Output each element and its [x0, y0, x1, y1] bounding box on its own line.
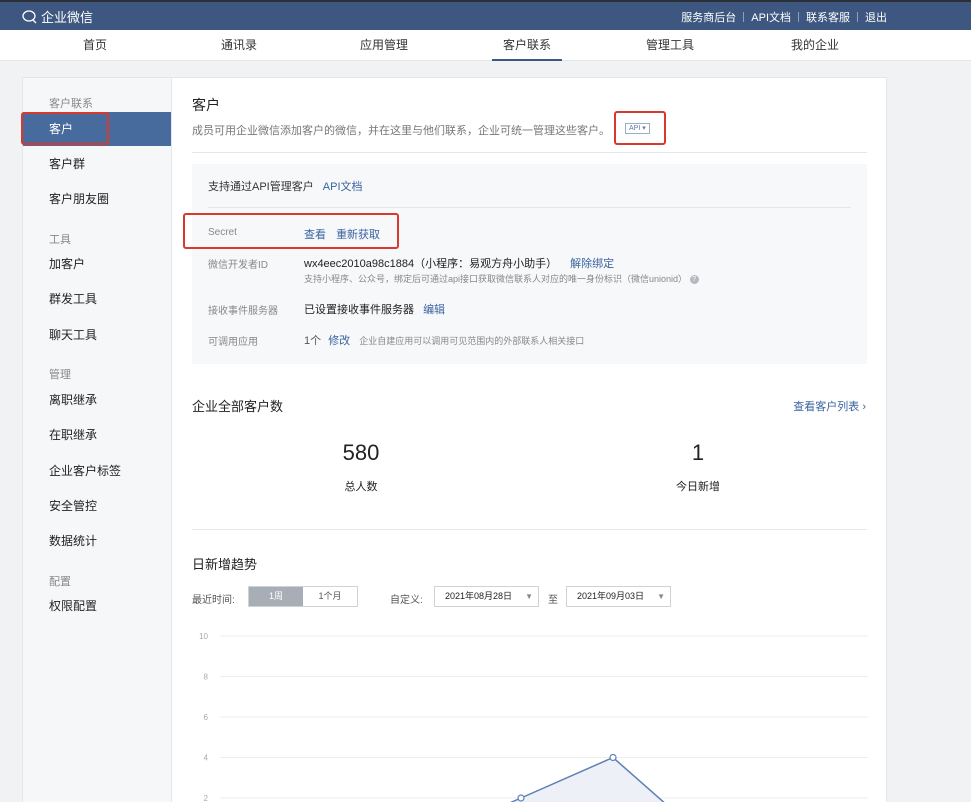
- sidebar-item-active-transfer[interactable]: 在职继承: [23, 418, 172, 452]
- customer-count-title: 企业全部客户数: [192, 399, 284, 414]
- date-to-value: 2021年09月03日: [577, 591, 645, 601]
- event-server-label: 接收事件服务器: [208, 306, 278, 317]
- callable-apps-count: 1个: [304, 335, 322, 347]
- today-new-label: 今日新增: [676, 481, 720, 493]
- logo-text: 企业微信: [41, 10, 94, 25]
- today-new-value: 1: [691, 440, 705, 465]
- dev-id-label: 微信开发者ID: [208, 260, 268, 271]
- trend-point[interactable]: [517, 794, 525, 802]
- wecom-logo-icon: [22, 9, 37, 23]
- sidebar-item-statistics[interactable]: 数据统计: [23, 524, 172, 558]
- custom-range-label: 自定义:: [390, 595, 423, 606]
- callable-apps-label: 可调用应用: [208, 337, 258, 348]
- callable-apps-edit-link[interactable]: 修改: [328, 335, 350, 347]
- logout-link[interactable]: 退出: [865, 9, 887, 25]
- main-nav: 首页 通讯录 应用管理 客户联系 管理工具 我的企业: [0, 30, 971, 61]
- tab-contacts[interactable]: 通讯录: [212, 30, 266, 61]
- divider: [192, 152, 867, 153]
- sidebar-item-resigned-transfer[interactable]: 离职继承: [23, 383, 172, 417]
- dev-id-note: 支持小程序、公众号，绑定后可通过api接口获取微信联系人对应的唯一身份标识（微信…: [304, 274, 688, 284]
- callable-apps-note: 企业自建应用可以调用可见范围内的外部联系人相关接口: [359, 336, 585, 346]
- event-server-value: 已设置接收事件服务器: [304, 304, 414, 316]
- sidebar-group-title: 工具: [49, 234, 71, 246]
- callable-apps-row: 1个 修改 企业自建应用可以调用可见范围内的外部联系人相关接口: [304, 332, 584, 348]
- y-tick-label: 8: [204, 673, 209, 682]
- trend-area: [511, 757, 664, 802]
- api-docs-link[interactable]: API文档: [751, 9, 791, 25]
- date-to-select[interactable]: 2021年09月03日 ▼: [566, 586, 671, 607]
- sidebar-item-customers[interactable]: 客户: [23, 112, 172, 146]
- total-count-label: 总人数: [344, 481, 378, 493]
- secret-label: Secret: [208, 227, 237, 238]
- logo[interactable]: 企业微信: [22, 7, 93, 26]
- range-segmented-control: 1周 1个月: [248, 586, 358, 607]
- divider: [208, 207, 851, 208]
- sidebar: 客户联系 客户 客户群 客户朋友圈 工具 加客户 群发工具 聊天工具 管理 离职…: [22, 77, 172, 802]
- secret-view-link[interactable]: 查看: [304, 229, 326, 241]
- dev-id-value: wx4eec2010a98c1884（小程序：易观方舟小助手）: [304, 258, 558, 270]
- to-label: 至: [548, 595, 558, 606]
- sidebar-item-permissions[interactable]: 权限配置: [23, 589, 172, 623]
- provider-admin-link[interactable]: 服务商后台: [681, 9, 736, 25]
- link-divider: [743, 12, 745, 22]
- chevron-down-icon: ▼: [525, 592, 533, 601]
- api-settings-box: 支持通过API管理客户 API文档 Secret 查看 重新获取 微信开发者ID…: [192, 164, 867, 364]
- tab-my-enterprise[interactable]: 我的企业: [785, 30, 845, 61]
- dev-id-row: wx4eec2010a98c1884（小程序：易观方舟小助手） 解除绑定: [304, 255, 614, 271]
- api-dropdown-tag[interactable]: API ▾: [625, 123, 650, 134]
- range-1-week-button[interactable]: 1周: [249, 587, 303, 606]
- y-tick-label: 10: [199, 632, 208, 641]
- sidebar-group-title: 配置: [49, 576, 71, 588]
- date-from-value: 2021年08月28日: [445, 591, 513, 601]
- tab-home[interactable]: 首页: [70, 30, 120, 61]
- daily-trend-chart: 10 8 6 4 2: [199, 632, 868, 802]
- dev-id-note-row: 支持小程序、公众号，绑定后可通过api接口获取微信联系人对应的唯一身份标识（微信…: [304, 272, 699, 285]
- event-server-row: 已设置接收事件服务器 编辑: [304, 301, 445, 317]
- trend-point[interactable]: [609, 753, 617, 762]
- secret-actions: 查看 重新获取: [304, 226, 380, 242]
- api-docs-inline-link[interactable]: API文档: [323, 181, 363, 193]
- y-tick-label: 6: [204, 713, 209, 722]
- range-1-month-button[interactable]: 1个月: [303, 587, 357, 606]
- main-panel: 客户 成员可用企业微信添加客户的微信，并在这里与他们联系，企业可统一管理这些客户…: [171, 77, 887, 802]
- event-server-edit-link[interactable]: 编辑: [423, 304, 445, 316]
- sidebar-item-mass-message[interactable]: 群发工具: [23, 282, 172, 316]
- tab-app-management[interactable]: 应用管理: [354, 30, 414, 61]
- api-support-text: 支持通过API管理客户 API文档: [208, 178, 363, 194]
- api-support-label: 支持通过API管理客户: [208, 181, 314, 193]
- top-bar: 企业微信 服务商后台 API文档 联系客服 退出: [0, 0, 971, 30]
- secret-refresh-link[interactable]: 重新获取: [336, 229, 380, 241]
- contact-support-link[interactable]: 联系客服: [806, 9, 850, 25]
- tab-management-tools[interactable]: 管理工具: [640, 30, 700, 61]
- sidebar-item-customer-tags[interactable]: 企业客户标签: [23, 454, 172, 488]
- view-customer-list-link[interactable]: 查看客户列表 ›: [793, 398, 866, 414]
- page-title: 客户: [192, 97, 220, 113]
- top-links: 服务商后台 API文档 联系客服 退出: [681, 9, 887, 25]
- sidebar-item-chat-tools[interactable]: 聊天工具: [23, 318, 172, 352]
- total-count-value: 580: [342, 440, 380, 465]
- date-from-select[interactable]: 2021年08月28日 ▼: [434, 586, 539, 607]
- sidebar-item-security[interactable]: 安全管控: [23, 489, 172, 523]
- sidebar-group-title: 管理: [49, 369, 71, 381]
- link-divider: [798, 12, 799, 22]
- page-description: 成员可用企业微信添加客户的微信，并在这里与他们联系，企业可统一管理这些客户。: [192, 125, 610, 137]
- help-icon[interactable]: ?: [689, 275, 699, 285]
- unbind-link[interactable]: 解除绑定: [570, 258, 614, 270]
- link-divider: [857, 12, 858, 22]
- recent-time-label: 最近时间:: [192, 595, 235, 606]
- y-tick-label: 4: [204, 754, 209, 763]
- sidebar-item-add-customer[interactable]: 加客户: [23, 247, 172, 281]
- divider: [192, 529, 867, 530]
- sidebar-group-title: 客户联系: [49, 98, 93, 110]
- chevron-down-icon: ▼: [657, 592, 665, 601]
- sidebar-item-customer-groups[interactable]: 客户群: [23, 147, 172, 181]
- sidebar-item-customer-moments[interactable]: 客户朋友圈: [23, 182, 172, 216]
- y-tick-label: 2: [204, 794, 209, 802]
- tab-customer-contact[interactable]: 客户联系: [492, 30, 562, 61]
- trend-title: 日新增趋势: [192, 557, 258, 572]
